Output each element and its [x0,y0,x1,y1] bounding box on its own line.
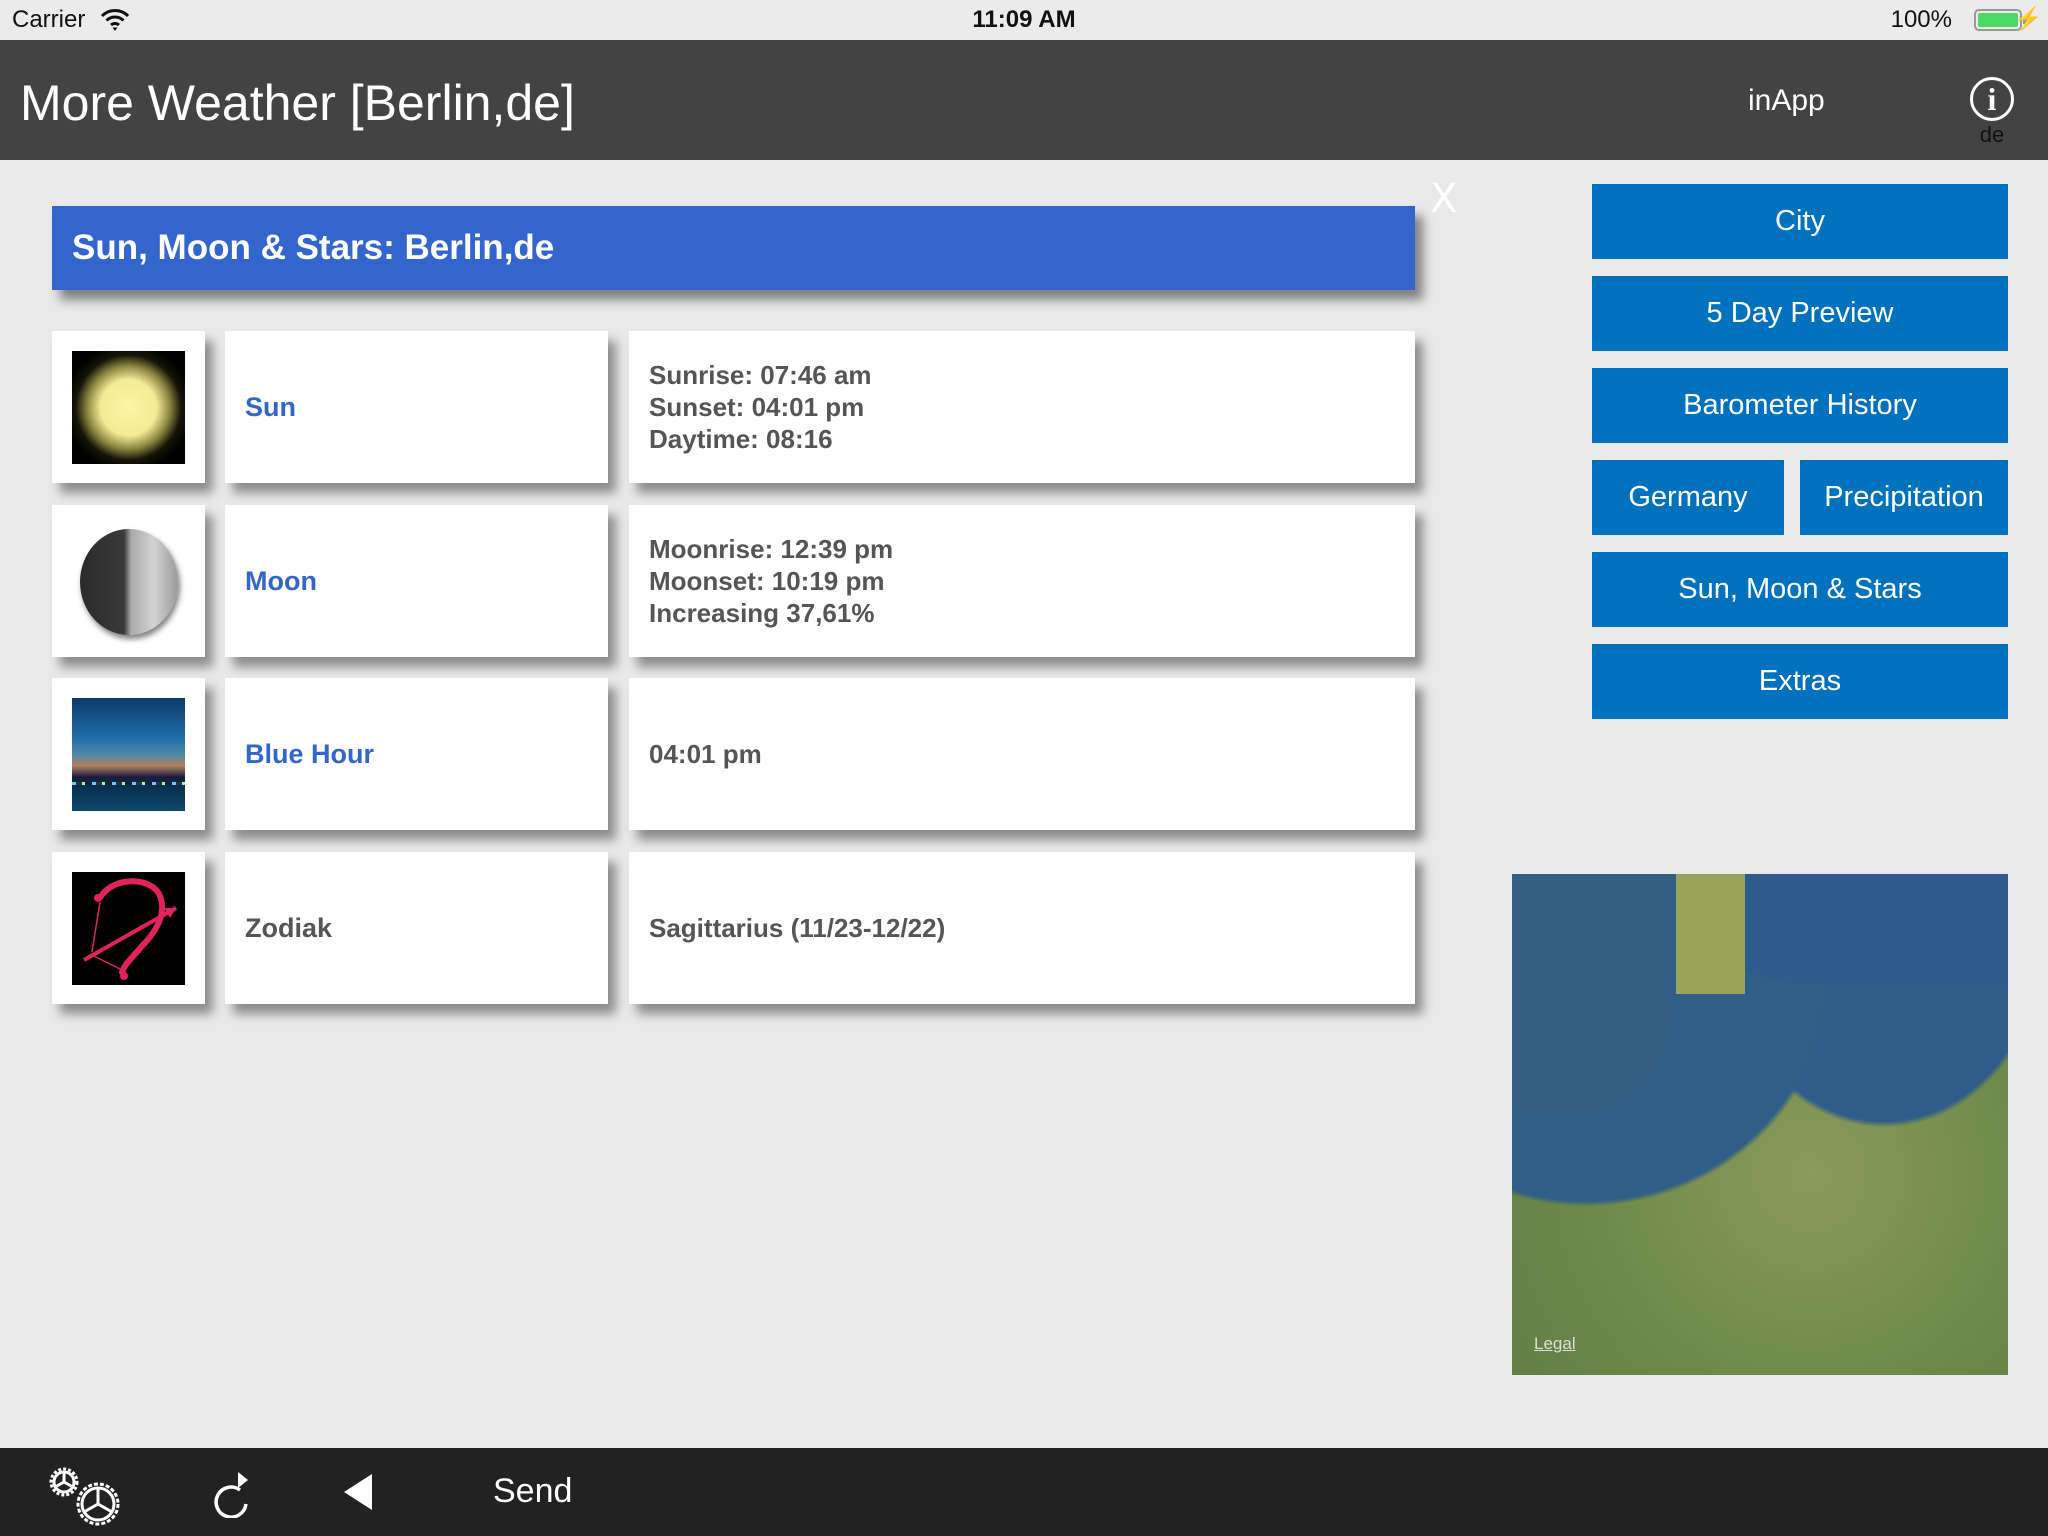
row-details-cell: 04:01 pm [629,678,1415,830]
clock: 11:09 AM [972,6,1076,33]
battery-percentage: 100% [1890,6,1952,33]
inapp-button[interactable]: inApp [1748,84,1825,118]
gears-icon[interactable] [46,1464,128,1526]
row-icon-cell [52,678,205,830]
status-bar: Carrier 11:09 AM 100% ⚡ [0,0,2048,40]
germany-button[interactable]: Germany [1592,460,1784,535]
row-label-cell[interactable]: Moon [225,505,608,657]
send-button[interactable]: Send [493,1472,572,1511]
row-icon-cell [52,852,205,1004]
row-details-cell: Moonrise: 12:39 pm Moonset: 10:19 pm Inc… [629,505,1415,657]
detail-line: Sunrise: 07:46 am [649,360,872,390]
row-label: Zodiak [245,912,333,943]
detail-line: Sagittarius (11/23-12/22) [649,913,946,943]
row-label-cell: Zodiak [225,852,608,1004]
panel-title: Sun, Moon & Stars: Berlin,de [72,228,555,267]
sun-moon-stars-button[interactable]: Sun, Moon & Stars [1592,552,2008,627]
refresh-icon[interactable] [214,1470,258,1518]
blue-hour-image [72,698,185,811]
row-details-cell: Sagittarius (11/23-12/22) [629,852,1415,1004]
detail-line: Sunset: 04:01 pm [649,392,865,422]
bottom-toolbar: Send [0,1448,2048,1536]
row-label[interactable]: Blue Hour [245,678,374,830]
row-label-cell[interactable]: Sun [225,331,608,483]
detail-line: Daytime: 08:16 [649,424,833,454]
precipitation-button[interactable]: Precipitation [1800,460,2008,535]
row-label[interactable]: Moon [245,505,317,657]
legal-link[interactable]: Legal [1534,1334,1576,1354]
extras-button[interactable]: Extras [1592,644,2008,719]
sun-image [72,351,185,464]
map-land-area [1675,874,1746,995]
detail-line: Moonset: 10:19 pm [649,566,885,596]
row-details: Sagittarius (11/23-12/22) [649,852,945,1004]
city-button[interactable]: City [1592,184,2008,259]
sagittarius-image [72,872,185,985]
charging-bolt-icon: ⚡ [2014,6,2042,31]
close-button[interactable]: X [1430,176,1457,222]
five-day-preview-button[interactable]: 5 Day Preview [1592,276,2008,351]
satellite-map[interactable]: Legal [1512,874,2008,1375]
back-triangle-icon[interactable] [344,1474,374,1510]
row-icon-cell [52,331,205,483]
panel-header: Sun, Moon & Stars: Berlin,de [52,206,1415,290]
row-details: Moonrise: 12:39 pm Moonset: 10:19 pm Inc… [649,505,893,657]
row-label-cell[interactable]: Blue Hour [225,678,608,830]
moon-image [72,525,185,638]
detail-line: Increasing 37,61% [649,598,875,628]
row-label[interactable]: Sun [245,331,296,483]
info-icon[interactable]: i [1970,77,2014,121]
app-title: More Weather [Berlin,de] [20,75,575,131]
detail-line: Moonrise: 12:39 pm [649,534,894,564]
map-sea-area [1512,874,1671,1115]
row-details: 04:01 pm [649,678,762,830]
language-label: de [1979,122,2005,147]
row-details: Sunrise: 07:46 am Sunset: 04:01 pm Dayti… [649,331,872,483]
barometer-history-button[interactable]: Barometer History [1592,368,2008,443]
nav-bar: More Weather [Berlin,de] inApp [0,40,2048,160]
row-icon-cell [52,505,205,657]
detail-line: 04:01 pm [649,739,762,769]
row-details-cell: Sunrise: 07:46 am Sunset: 04:01 pm Dayti… [629,331,1415,483]
